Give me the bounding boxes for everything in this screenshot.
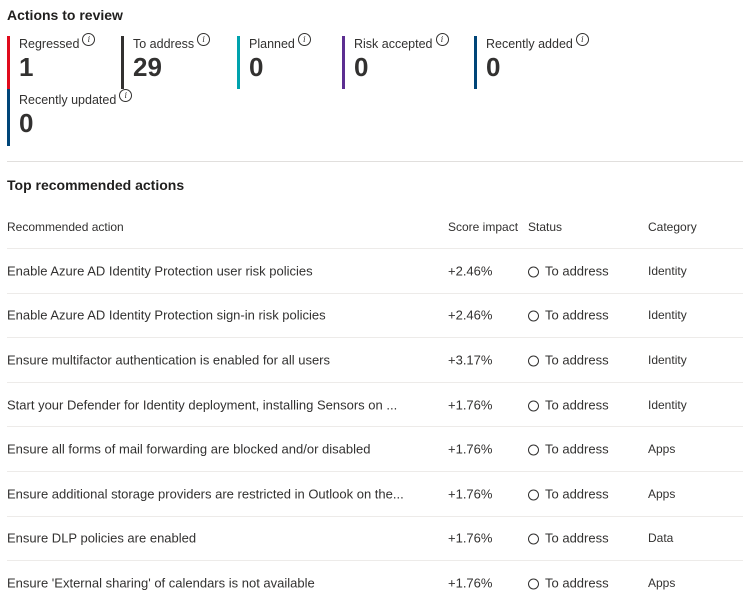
status-text: To address xyxy=(545,352,609,368)
status-text: To address xyxy=(545,263,609,279)
category: Apps xyxy=(648,486,676,501)
card-recently-updated[interactable]: Recently updated i 0 xyxy=(7,89,133,146)
action-name[interactable]: Ensure additional storage providers are … xyxy=(7,486,404,501)
action-name[interactable]: Ensure all forms of mail forwarding are … xyxy=(7,442,370,457)
card-value: 0 xyxy=(19,108,34,138)
info-icon[interactable]: i xyxy=(82,33,96,46)
action-name[interactable]: Start your Defender for Identity deploym… xyxy=(7,397,397,412)
card-value: 1 xyxy=(19,52,34,82)
table-row[interactable]: Ensure additional storage providers are … xyxy=(7,472,743,517)
column-header-action[interactable]: Recommended action xyxy=(7,220,124,234)
score-impact: +1.76% xyxy=(448,575,493,591)
table-row[interactable]: Enable Azure AD Identity Protection user… xyxy=(7,249,743,294)
card-value: 29 xyxy=(133,52,162,82)
action-name[interactable]: Enable Azure AD Identity Protection user… xyxy=(7,263,313,278)
status-cell: To address xyxy=(528,352,609,367)
status-cell: To address xyxy=(528,397,609,412)
action-name[interactable]: Enable Azure AD Identity Protection sign… xyxy=(7,308,326,323)
score-impact: +1.76% xyxy=(448,530,493,546)
score-impact: +2.46% xyxy=(448,263,493,279)
table-header: Recommended action Score impact Status C… xyxy=(7,206,743,249)
column-header-status[interactable]: Status xyxy=(528,220,562,234)
card-value: 0 xyxy=(249,52,264,82)
card-label: Recently updated i xyxy=(19,89,133,107)
status-text: To address xyxy=(545,486,609,502)
column-header-score[interactable]: Score impact xyxy=(448,220,518,234)
score-impact: +1.76% xyxy=(448,397,493,413)
card-label: Regressed i xyxy=(19,33,96,51)
score-impact: +1.76% xyxy=(448,486,493,502)
table-row[interactable]: Ensure 'External sharing' of calendars i… xyxy=(7,561,743,606)
category: Apps xyxy=(648,442,676,457)
status-circle-icon xyxy=(528,533,539,545)
card-label: Recently added i xyxy=(486,33,589,51)
card-value: 0 xyxy=(354,52,369,82)
status-circle-icon xyxy=(528,444,539,456)
category: Apps xyxy=(648,576,676,591)
status-circle-icon xyxy=(528,400,539,412)
card-risk-accepted[interactable]: Risk accepted i 0 xyxy=(342,33,449,89)
status-cell: To address xyxy=(528,442,609,457)
action-name[interactable]: Ensure multifactor authentication is ena… xyxy=(7,352,330,367)
info-icon[interactable]: i xyxy=(297,33,311,46)
card-planned[interactable]: Planned i 0 xyxy=(237,33,311,89)
actions-to-review-title: Actions to review xyxy=(7,7,123,23)
card-label: Planned i xyxy=(249,33,311,51)
card-regressed[interactable]: Regressed i 1 xyxy=(7,33,96,89)
section-divider xyxy=(7,161,743,162)
status-circle-icon xyxy=(528,266,539,278)
status-cell: To address xyxy=(528,486,609,501)
category: Identity xyxy=(648,308,687,323)
info-icon[interactable]: i xyxy=(435,33,449,46)
info-icon[interactable]: i xyxy=(197,33,211,46)
status-circle-icon xyxy=(528,310,539,322)
card-value: 0 xyxy=(486,52,501,82)
status-cell: To address xyxy=(528,308,609,323)
column-header-category[interactable]: Category xyxy=(648,220,697,234)
category: Identity xyxy=(648,352,687,367)
category: Data xyxy=(648,531,674,546)
status-text: To address xyxy=(545,307,609,323)
recommended-actions-table: Recommended action Score impact Status C… xyxy=(7,206,743,606)
status-text: To address xyxy=(545,397,609,413)
table-row[interactable]: Ensure multifactor authentication is ena… xyxy=(7,338,743,383)
card-recently-added[interactable]: Recently added i 0 xyxy=(474,33,589,89)
score-impact: +2.46% xyxy=(448,307,493,323)
status-text: To address xyxy=(545,575,609,591)
category: Identity xyxy=(648,397,687,412)
table-row[interactable]: Enable Azure AD Identity Protection sign… xyxy=(7,294,743,339)
action-name[interactable]: Ensure 'External sharing' of calendars i… xyxy=(7,576,315,591)
card-label: To address i xyxy=(133,33,211,51)
table-row[interactable]: Start your Defender for Identity deploym… xyxy=(7,383,743,428)
top-recommended-actions-title: Top recommended actions xyxy=(7,177,185,193)
table-row[interactable]: Ensure DLP policies are enabled +1.76% To … xyxy=(7,517,743,562)
card-to-address[interactable]: To address i 29 xyxy=(121,33,211,89)
table-row[interactable]: Ensure all forms of mail forwarding are … xyxy=(7,427,743,472)
status-circle-icon xyxy=(528,489,539,501)
action-name[interactable]: Ensure DLP policies are enabled xyxy=(7,531,196,546)
category: Identity xyxy=(648,263,687,278)
info-icon[interactable]: i xyxy=(119,89,133,102)
info-icon[interactable]: i xyxy=(575,33,589,46)
status-cell: To address xyxy=(528,576,609,591)
score-impact: +3.17% xyxy=(448,352,493,368)
status-cell: To address xyxy=(528,531,609,546)
status-circle-icon xyxy=(528,578,539,590)
card-label: Risk accepted i xyxy=(354,33,449,51)
status-cell: To address xyxy=(528,263,609,278)
status-text: To address xyxy=(545,530,609,546)
status-text: To address xyxy=(545,441,609,457)
score-impact: +1.76% xyxy=(448,441,493,457)
status-circle-icon xyxy=(528,355,539,367)
